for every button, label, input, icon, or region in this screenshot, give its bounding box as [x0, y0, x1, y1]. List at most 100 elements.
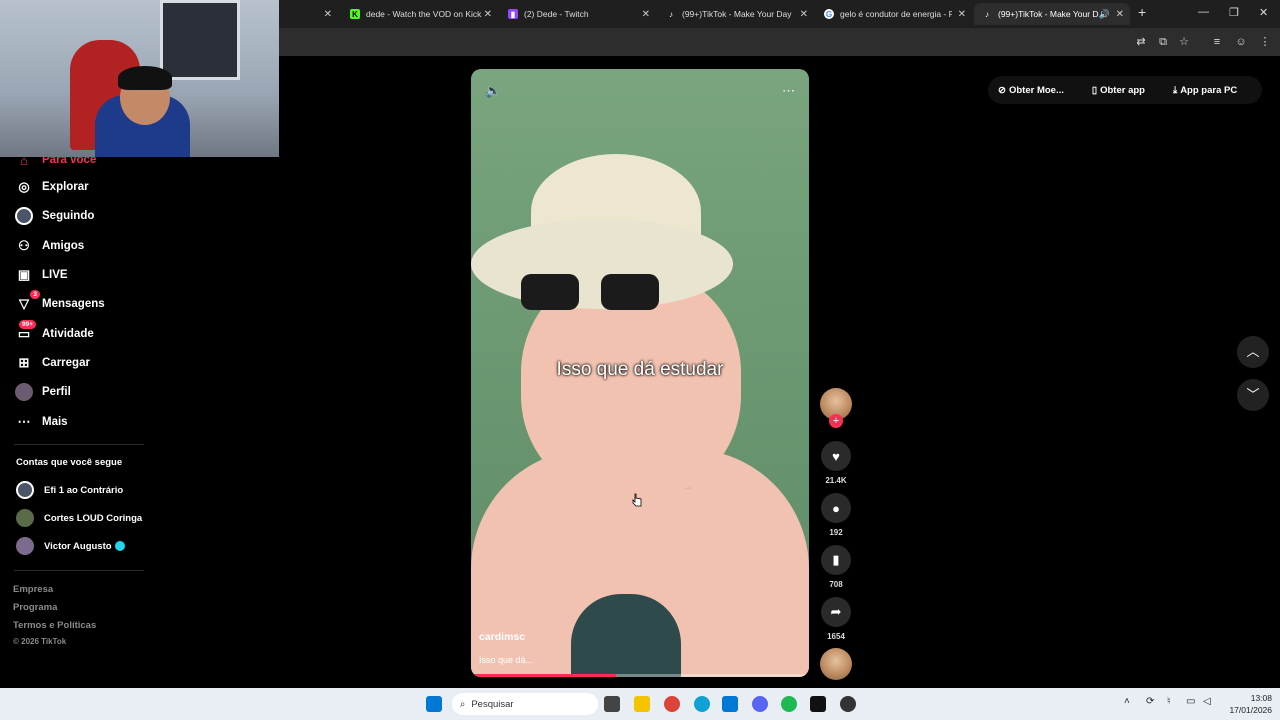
volume-icon[interactable]: ◁: [1203, 696, 1211, 707]
tab-label: (99+)TikTok - Make Your D: [998, 9, 1099, 19]
video-progress-fill: [471, 674, 617, 677]
more-options-icon[interactable]: ⋯: [782, 83, 795, 99]
sidebar-item-profile[interactable]: Perfil: [14, 380, 71, 404]
edge-icon[interactable]: [694, 696, 710, 712]
get-coins-label: Obter Moe...: [1008, 84, 1064, 96]
upload-icon: ⊞: [18, 355, 30, 370]
messages-icon: ▽ 3: [14, 290, 40, 314]
like-count: 21.4K: [825, 476, 847, 485]
tab-partial[interactable]: ✕: [280, 3, 338, 25]
video-progress-bar[interactable]: [471, 674, 809, 677]
twitch-icon: ▮: [508, 9, 518, 19]
webcam-overlay: [0, 0, 279, 157]
messages-badge: 3: [30, 290, 40, 299]
save-count: 708: [829, 580, 843, 589]
spotify-icon[interactable]: [781, 696, 797, 712]
previous-video-button[interactable]: ︿: [1237, 336, 1269, 368]
comment-count: 192: [829, 528, 843, 537]
pc-app-button[interactable]: ⤓ App para PC: [1173, 85, 1251, 96]
outlook-icon[interactable]: [722, 696, 738, 712]
top-right-actions: ⊘ Obter Moe... ▯ Obter app ⤓ App para PC: [988, 76, 1262, 104]
close-tab-icon[interactable]: ✕: [958, 9, 966, 20]
app-icon[interactable]: [810, 696, 826, 712]
footer-link-program[interactable]: Programa: [13, 602, 57, 613]
comment-icon: ●: [821, 493, 851, 523]
sidebar-item-following[interactable]: Seguindo: [14, 204, 94, 228]
translate-icon[interactable]: ⇄: [1134, 35, 1148, 49]
close-tab-icon[interactable]: ✕: [324, 9, 332, 20]
reading-list-icon[interactable]: ≡: [1210, 35, 1224, 49]
verified-icon: [114, 541, 125, 551]
sidebar-item-upload[interactable]: ⊞ Carregar: [14, 351, 90, 375]
following-account[interactable]: Cortes LOUD Coringa: [16, 508, 142, 528]
maximize-button[interactable]: ❐: [1229, 6, 1239, 19]
share-button[interactable]: ➦ 1654: [821, 597, 851, 641]
new-tab-button[interactable]: +: [1138, 4, 1146, 20]
sidebar-item-activity[interactable]: ▭ 99+ Atividade: [14, 320, 94, 346]
footer-link-company[interactable]: Empresa: [13, 584, 53, 595]
sidebar-item-messages[interactable]: ▽ 3 Mensagens: [14, 290, 105, 316]
next-video-button[interactable]: ﹀: [1237, 379, 1269, 411]
get-app-button[interactable]: ▯ Obter app: [1092, 85, 1159, 96]
divider: [14, 444, 144, 445]
comment-button[interactable]: ● 192: [821, 493, 851, 537]
copyright: © 2026 TikTok: [13, 637, 67, 646]
menu-icon[interactable]: ⋮: [1258, 35, 1272, 49]
install-app-icon[interactable]: ⧉: [1156, 35, 1170, 49]
sidebar-item-more[interactable]: ⋯ Mais: [14, 410, 68, 434]
follow-plus-icon[interactable]: +: [829, 414, 843, 428]
save-button[interactable]: ▮ 708: [821, 545, 851, 589]
video-description[interactable]: Isso que dá...: [479, 655, 533, 665]
tab-tiktok-active[interactable]: ♪ (99+)TikTok - Make Your D 🔊 ✕: [974, 3, 1130, 25]
close-tab-icon[interactable]: ✕: [642, 9, 650, 20]
close-tab-icon[interactable]: ✕: [800, 9, 808, 20]
sidebar-item-friends[interactable]: ⚇ Amigos: [14, 234, 84, 258]
tab-kick[interactable]: K dede - Watch the VOD on Kick ✕: [342, 3, 498, 25]
sidebar-item-live[interactable]: ▣ LIVE: [14, 263, 68, 287]
video-player[interactable]: 🔈 ⋯ Isso que dá estudar cardimsc Isso qu…: [471, 69, 809, 677]
music-avatar[interactable]: [820, 648, 852, 680]
tab-tiktok[interactable]: ♪ (99+)TikTok - Make Your Day ✕: [658, 3, 814, 25]
like-button[interactable]: ♥ 21.4K: [821, 441, 851, 485]
footer-link-terms[interactable]: Termos e Políticas: [13, 620, 96, 631]
volume-icon[interactable]: 🔈: [485, 83, 501, 99]
tiktok-icon: ♪: [985, 9, 989, 19]
avatar: [16, 481, 34, 499]
live-icon: ▣: [17, 267, 31, 282]
tab-google[interactable]: G gelo é condutor de energia - Pe ✕: [816, 3, 972, 25]
taskbar-search[interactable]: ⌕ Pesquisar: [452, 693, 598, 715]
share-icon: ➦: [821, 597, 851, 627]
network-icon[interactable]: ▭: [1186, 696, 1195, 707]
chrome-icon[interactable]: [664, 696, 680, 712]
heart-icon: ♥: [821, 441, 851, 471]
close-window-button[interactable]: ✕: [1259, 6, 1268, 19]
friends-icon: ⚇: [18, 238, 30, 253]
app-icon[interactable]: [840, 696, 856, 712]
following-account[interactable]: Efi 1 ao Contrário: [16, 480, 123, 500]
get-coins-button[interactable]: ⊘ Obter Moe...: [998, 85, 1078, 96]
minimize-button[interactable]: —: [1198, 6, 1209, 18]
profile-icon[interactable]: ☺: [1234, 35, 1248, 49]
sidebar-item-label: Mensagens: [42, 298, 105, 310]
windows-start-icon[interactable]: [426, 696, 442, 712]
sidebar-item-label: Atividade: [42, 328, 94, 340]
tray-sync-icon[interactable]: ⟳: [1146, 696, 1154, 707]
sidebar-item-explore[interactable]: ◎ Explorar: [14, 175, 88, 199]
file-explorer-icon[interactable]: [634, 696, 650, 712]
tray-chevron-icon[interactable]: ˄: [1124, 696, 1130, 707]
following-account[interactable]: Victor Augusto: [16, 536, 125, 556]
task-view-icon[interactable]: [604, 696, 620, 712]
speaker-icon[interactable]: 🔊: [1099, 9, 1110, 20]
coin-icon: ⊘: [998, 84, 1006, 96]
discord-icon[interactable]: [752, 696, 768, 712]
bookmark-star-icon[interactable]: ☆: [1177, 35, 1191, 49]
close-tab-icon[interactable]: ✕: [1116, 9, 1124, 20]
close-tab-icon[interactable]: ✕: [484, 9, 492, 20]
tab-twitch[interactable]: ▮ (2) Dede - Twitch ✕: [500, 3, 656, 25]
following-icon: [14, 206, 34, 226]
system-clock[interactable]: 13:08 17/01/2026: [1229, 692, 1272, 716]
video-author[interactable]: cardimsc: [479, 631, 525, 643]
clock-time: 13:08: [1250, 693, 1272, 703]
following-section-title: Contas que você segue: [16, 457, 123, 468]
microphone-icon[interactable]: ♮: [1167, 696, 1171, 707]
